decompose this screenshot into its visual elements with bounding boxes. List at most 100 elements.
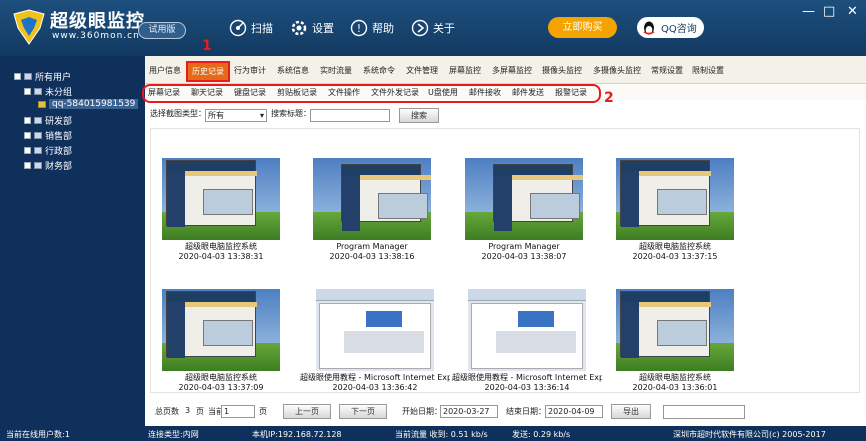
help-icon: !: [350, 19, 368, 37]
total-pages-value: 3: [185, 406, 191, 415]
screenshot-title: 超级眼使用教程 - Microsoft Internet Exp: [300, 373, 450, 382]
screenshot-title: 超级眼电脑监控系统: [185, 373, 257, 382]
minimize-button[interactable]: —: [802, 4, 815, 19]
tree-dept-finance[interactable]: 财务部: [24, 159, 72, 172]
export-button[interactable]: 导出: [611, 404, 651, 419]
nav-scan[interactable]: 扫描: [229, 17, 273, 39]
connection-type-status: 连接类型:内网: [148, 430, 199, 439]
title-search-input[interactable]: [310, 109, 390, 122]
screenshot-time: 2020-04-03 13:36:42: [332, 383, 418, 392]
buy-now-button[interactable]: 立即购买: [548, 17, 617, 38]
screenshot-thumb[interactable]: [616, 158, 734, 240]
screenshot-caption: 超级眼电脑监控系统 2020-04-03 13:37:15: [600, 242, 750, 262]
qq-penguin-icon: [643, 21, 655, 34]
screenshot-caption: 超级眼使用教程 - Microsoft Internet Exp 2020-04…: [300, 373, 450, 393]
status-bar: 当前在线用户数:1 连接类型:内网 本机IP:192.168.72.128 当前…: [0, 426, 866, 441]
start-date-label: 开始日期：: [402, 407, 442, 416]
screenshot-thumb[interactable]: [468, 289, 586, 371]
qq-consult-label: QQ咨询: [661, 24, 697, 35]
expand-icon[interactable]: [24, 117, 31, 124]
screenshot-thumb[interactable]: [313, 158, 431, 240]
prev-page-button[interactable]: 上一页: [283, 404, 331, 419]
screenshot-thumb[interactable]: [162, 289, 280, 371]
tree-group-label: 未分组: [45, 88, 73, 98]
computer-icon: [38, 100, 46, 108]
expand-icon[interactable]: [24, 132, 31, 139]
screenshot-title: Program Manager: [488, 242, 560, 251]
tab-system-info[interactable]: 系统信息: [277, 65, 309, 76]
app-brand: 超级眼监控: [50, 11, 145, 32]
screenshot-title: 超级眼使用教程 - Microsoft Internet Exp: [452, 373, 602, 382]
title-search-label: 搜索标题：: [271, 109, 311, 118]
tree-group-ungrouped[interactable]: 未分组: [24, 85, 72, 98]
tree-dept-label: 财务部: [45, 162, 73, 172]
next-page-button[interactable]: 下一页: [339, 404, 387, 419]
close-button[interactable]: ✕: [847, 4, 858, 19]
traffic-sent-status: 发送: 0.29 kb/s: [512, 430, 571, 439]
nav-help-label: 帮助: [372, 22, 394, 35]
end-date-picker[interactable]: 2020-04-09: [545, 405, 603, 418]
tree-user-item[interactable]: qq-584015981539: [38, 99, 139, 109]
tab-multi-camera[interactable]: 多摄像头监控: [593, 65, 641, 76]
folder-icon: [34, 117, 42, 124]
screenshot-time: 2020-04-03 13:38:16: [329, 252, 415, 261]
folder-icon: [34, 162, 42, 169]
screenshot-time: 2020-04-03 13:38:07: [481, 252, 567, 261]
annotation-number-2: 2: [604, 90, 614, 106]
tree-dept-sales[interactable]: 销售部: [24, 129, 72, 142]
tab-audit[interactable]: 行为审计: [234, 65, 266, 76]
nav-about[interactable]: 关于: [411, 17, 455, 39]
export-path-input[interactable]: [663, 405, 745, 419]
folder-icon: [24, 73, 32, 80]
tab-files[interactable]: 文件管理: [406, 65, 438, 76]
qq-consult-button[interactable]: QQ咨询: [637, 17, 704, 38]
screenshot-thumb[interactable]: [616, 289, 734, 371]
screenshot-thumb[interactable]: [316, 289, 434, 371]
type-filter-select[interactable]: 所有: [205, 109, 267, 122]
maximize-button[interactable]: □: [823, 4, 835, 19]
expand-icon[interactable]: [24, 88, 31, 95]
subtabs-highlight-ring: [142, 84, 601, 103]
tab-traffic[interactable]: 实时流量: [320, 65, 352, 76]
tab-commands[interactable]: 系统命令: [363, 65, 395, 76]
expand-icon[interactable]: [24, 147, 31, 154]
screenshot-caption: 超级眼电脑监控系统 2020-04-03 13:38:31: [146, 242, 296, 262]
tree-user-label: qq-584015981539: [49, 99, 139, 109]
tree-dept-admin[interactable]: 行政部: [24, 144, 72, 157]
tab-user-info[interactable]: 用户信息: [149, 65, 181, 76]
nav-settings[interactable]: 设置: [290, 17, 334, 39]
folder-icon: [34, 88, 42, 95]
title-bar: 超级眼监控 www.360mon.cn 试用版 扫描 设置 ! 帮助 关于 立即…: [0, 0, 866, 56]
folder-icon: [34, 132, 42, 139]
tree-root[interactable]: 所有用户: [14, 70, 71, 83]
tab-restrictions[interactable]: 限制设置: [692, 65, 724, 76]
current-page-input[interactable]: 1: [221, 405, 255, 418]
start-date-picker[interactable]: 2020-03-27: [440, 405, 498, 418]
tree-dept-label: 销售部: [45, 132, 73, 142]
gear-icon: [291, 20, 307, 36]
tab-screen[interactable]: 屏幕监控: [449, 65, 481, 76]
tab-multi-screen[interactable]: 多屏幕监控: [492, 65, 532, 76]
screenshot-thumb[interactable]: [162, 158, 280, 240]
tab-camera[interactable]: 摄像头监控: [542, 65, 582, 76]
screenshot-title: 超级眼电脑监控系统: [639, 242, 711, 251]
screenshot-time: 2020-04-03 13:37:15: [632, 252, 718, 261]
expand-icon[interactable]: [24, 162, 31, 169]
screenshot-thumb[interactable]: [465, 158, 583, 240]
tab-general-settings[interactable]: 常规设置: [651, 65, 683, 76]
nav-help[interactable]: ! 帮助: [350, 17, 394, 39]
screenshot-title: 超级眼电脑监控系统: [185, 242, 257, 251]
total-pages-label: 总页数: [155, 407, 179, 416]
tab-history[interactable]: 历史记录: [186, 61, 230, 82]
svg-text:!: !: [357, 22, 361, 35]
scan-icon: [229, 19, 247, 37]
screenshot-title: 超级眼电脑监控系统: [639, 373, 711, 382]
tree-dept-rd[interactable]: 研发部: [24, 114, 72, 127]
screenshot-caption: 超级眼电脑监控系统 2020-04-03 13:37:09: [146, 373, 296, 393]
search-button[interactable]: 搜索: [399, 108, 439, 123]
online-users-status: 当前在线用户数:1: [6, 430, 70, 439]
expand-icon[interactable]: [14, 73, 21, 80]
trial-badge[interactable]: 试用版: [138, 22, 186, 39]
app-logo-icon: [13, 9, 45, 45]
screenshot-caption: 超级眼使用教程 - Microsoft Internet Exp 2020-04…: [452, 373, 602, 393]
